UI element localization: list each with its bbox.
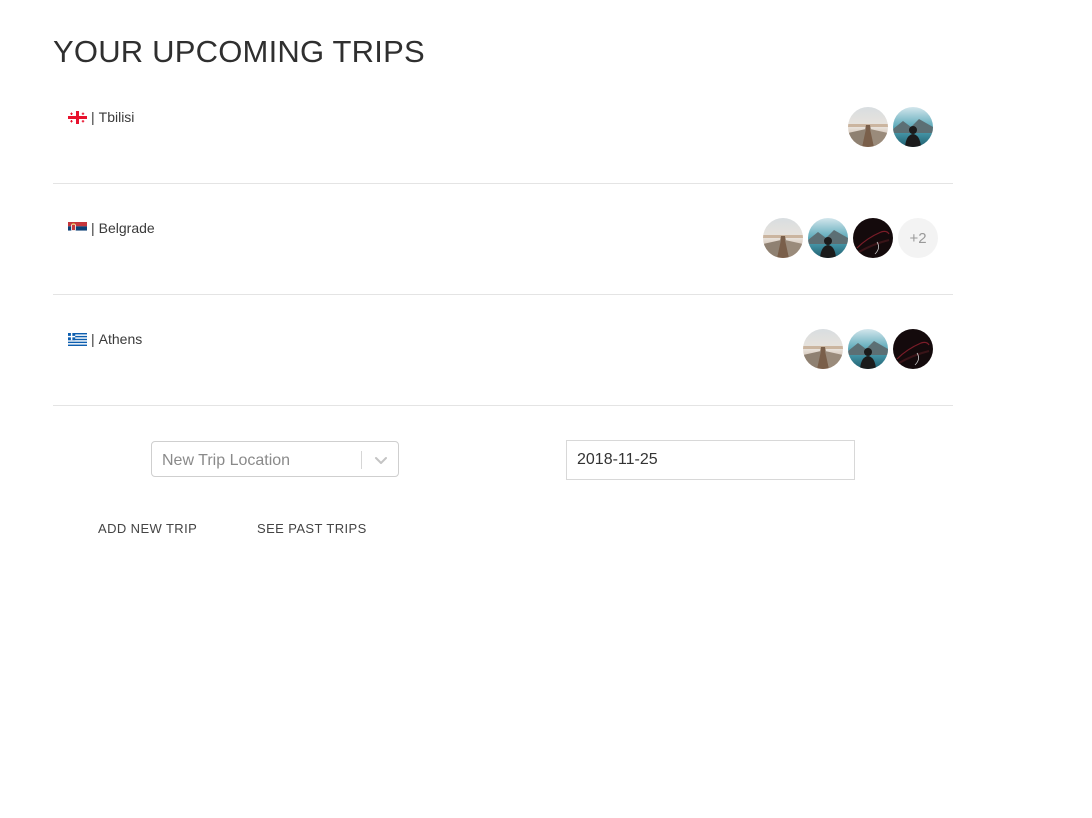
greece-flag-icon: [68, 332, 87, 346]
avatar[interactable]: [893, 107, 933, 147]
separator: |: [91, 220, 95, 236]
participant-avatars: +2: [763, 218, 938, 258]
avatar[interactable]: [808, 218, 848, 258]
separator: |: [91, 109, 95, 125]
participant-avatars: [803, 329, 933, 369]
participant-avatars: [848, 107, 933, 147]
trip-date-input[interactable]: [566, 440, 855, 480]
trip-city: Tbilisi: [98, 109, 135, 125]
separator: |: [91, 331, 95, 347]
trip-city: Belgrade: [98, 220, 155, 236]
avatar[interactable]: [848, 107, 888, 147]
page-title: YOUR UPCOMING TRIPS: [53, 34, 425, 69]
location-placeholder: New Trip Location: [162, 452, 291, 469]
see-past-trips-button[interactable]: SEE PAST TRIPS: [257, 519, 367, 539]
select-separator: [361, 451, 362, 469]
avatar[interactable]: [763, 218, 803, 258]
trip-label: | Tbilisi: [68, 109, 134, 125]
more-participants-badge[interactable]: +2: [898, 218, 938, 258]
trip-row[interactable]: | Belgrade +2: [53, 184, 953, 295]
avatar[interactable]: [848, 329, 888, 369]
serbia-flag-icon: [68, 221, 87, 235]
avatar[interactable]: [803, 329, 843, 369]
trip-label: | Belgrade: [68, 220, 155, 236]
trip-list: | Tbilisi | Belgrade +2 | Athens: [53, 73, 953, 406]
trip-row[interactable]: | Tbilisi: [53, 73, 953, 184]
trip-location-select[interactable]: New Trip Location: [151, 441, 399, 477]
georgia-flag-icon: [68, 110, 87, 124]
avatar[interactable]: [853, 218, 893, 258]
chevron-down-icon[interactable]: [374, 453, 388, 472]
add-new-trip-button[interactable]: ADD NEW TRIP: [98, 519, 197, 539]
trip-city: Athens: [98, 331, 143, 347]
trip-label: | Athens: [68, 331, 142, 347]
trip-row[interactable]: | Athens: [53, 295, 953, 406]
avatar[interactable]: [893, 329, 933, 369]
